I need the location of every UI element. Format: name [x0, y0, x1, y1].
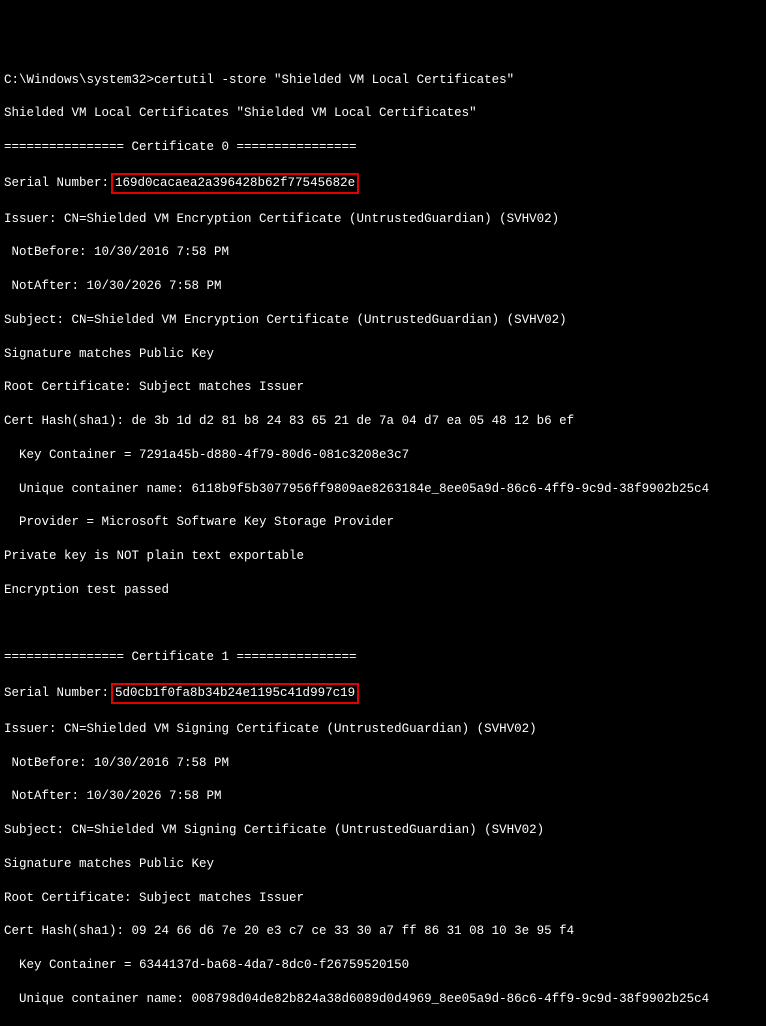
prompt: C:\Windows\system32>	[4, 73, 154, 87]
cert0-serial-highlight: 169d0cacaea2a396428b62f77545682e	[111, 173, 359, 194]
command-line[interactable]: C:\Windows\system32>certutil -store "Shi…	[4, 72, 762, 89]
cert0-provider: Provider = Microsoft Software Key Storag…	[4, 514, 762, 531]
cert0-sigmatch: Signature matches Public Key	[4, 346, 762, 363]
command-text: certutil -store "Shielded VM Local Certi…	[154, 73, 514, 87]
cert0-uniquecontainer: Unique container name: 6118b9f5b3077956f…	[4, 481, 762, 498]
cert0-keycontainer: Key Container = 7291a45b-d880-4f79-80d6-…	[4, 447, 762, 464]
cert0-certhash: Cert Hash(sha1): de 3b 1d d2 81 b8 24 83…	[4, 413, 762, 430]
cert0-privatekey: Private key is NOT plain text exportable	[4, 548, 762, 565]
cert1-certhash: Cert Hash(sha1): 09 24 66 d6 7e 20 e3 c7…	[4, 923, 762, 940]
blank-line	[4, 616, 762, 633]
cert1-serial-highlight: 5d0cb1f0fa8b34b24e1195c41d997c19	[111, 683, 359, 704]
cert1-notbefore: NotBefore: 10/30/2016 7:58 PM	[4, 755, 762, 772]
cert1-sigmatch: Signature matches Public Key	[4, 856, 762, 873]
cert1-header: ================ Certificate 1 =========…	[4, 649, 762, 666]
cert1-subject: Subject: CN=Shielded VM Signing Certific…	[4, 822, 762, 839]
cert0-enctest: Encryption test passed	[4, 582, 762, 599]
cert0-notafter: NotAfter: 10/30/2026 7:58 PM	[4, 278, 762, 295]
serial-label: Serial Number:	[4, 176, 109, 190]
cert1-keycontainer: Key Container = 6344137d-ba68-4da7-8dc0-…	[4, 957, 762, 974]
cert0-header: ================ Certificate 0 =========…	[4, 139, 762, 156]
cert1-rootcert: Root Certificate: Subject matches Issuer	[4, 890, 762, 907]
cert1-provider: Provider = Microsoft Software Key Storag…	[4, 1025, 762, 1026]
cert0-serial-line: Serial Number:169d0cacaea2a396428b62f775…	[4, 173, 762, 194]
cert0-notbefore: NotBefore: 10/30/2016 7:58 PM	[4, 244, 762, 261]
cert0-issuer: Issuer: CN=Shielded VM Encryption Certif…	[4, 211, 762, 228]
cert1-uniquecontainer: Unique container name: 008798d04de82b824…	[4, 991, 762, 1008]
cert1-notafter: NotAfter: 10/30/2026 7:58 PM	[4, 788, 762, 805]
cert0-subject: Subject: CN=Shielded VM Encryption Certi…	[4, 312, 762, 329]
serial-label: Serial Number:	[4, 686, 109, 700]
store-header: Shielded VM Local Certificates "Shielded…	[4, 105, 762, 122]
cert0-rootcert: Root Certificate: Subject matches Issuer	[4, 379, 762, 396]
cert1-issuer: Issuer: CN=Shielded VM Signing Certifica…	[4, 721, 762, 738]
cert1-serial-line: Serial Number:5d0cb1f0fa8b34b24e1195c41d…	[4, 683, 762, 704]
